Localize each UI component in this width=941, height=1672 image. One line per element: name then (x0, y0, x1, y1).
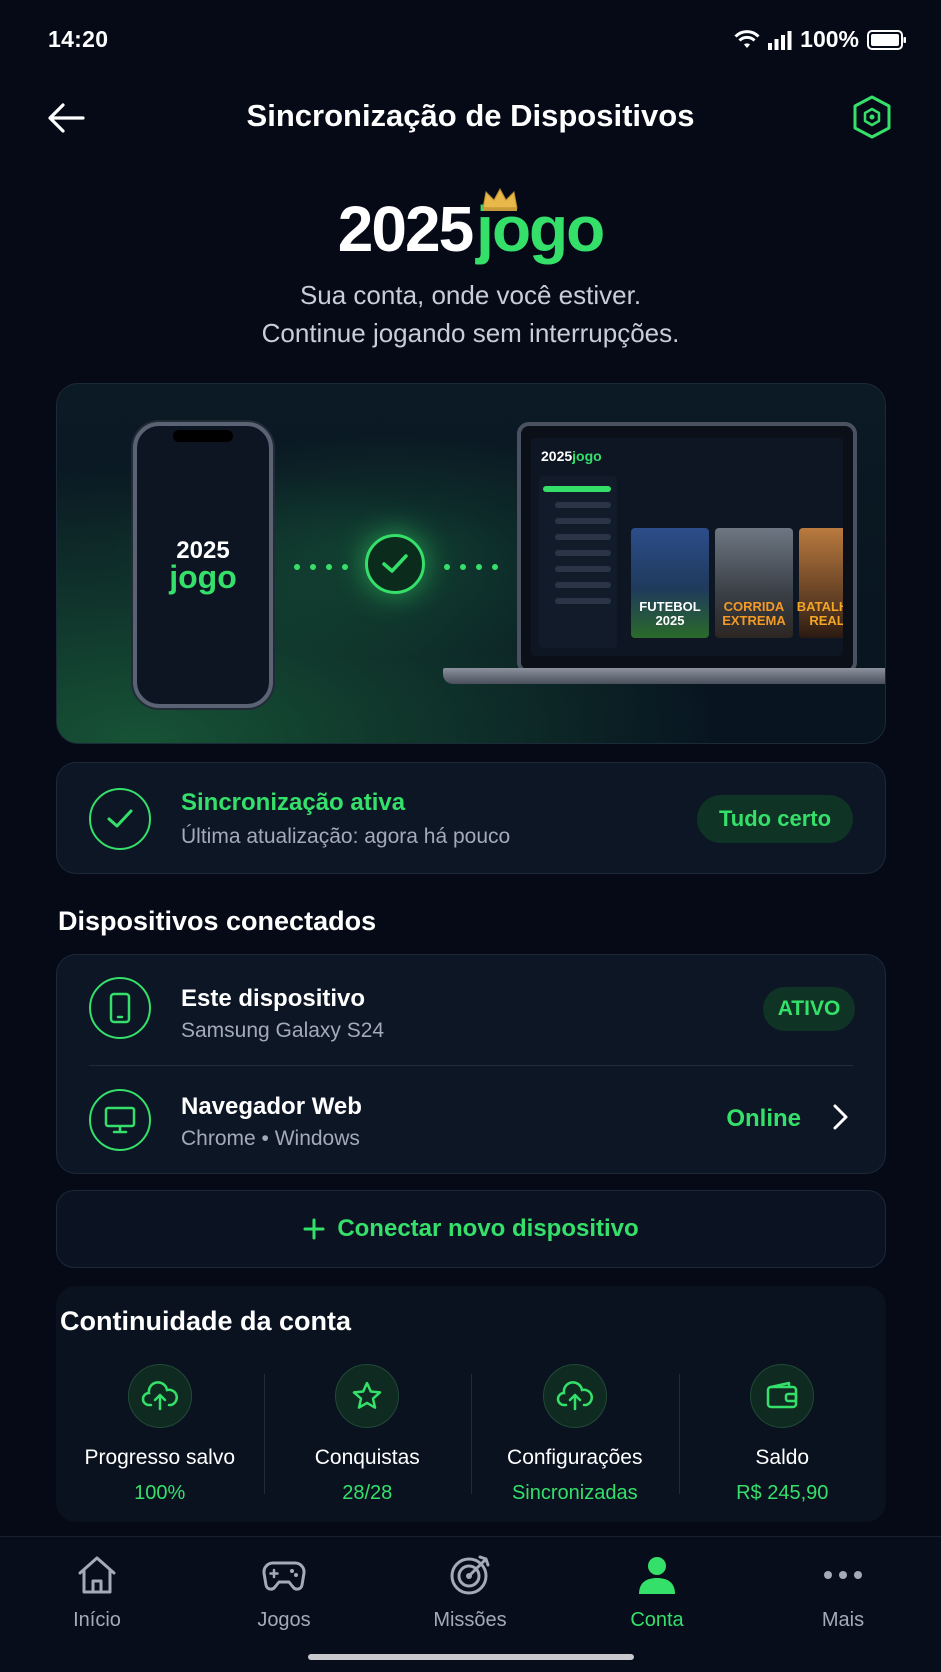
phone-logo: 2025 jogo (137, 538, 269, 595)
connect-device-button[interactable]: Conectar novo dispositivo (56, 1190, 886, 1268)
status-time: 14:20 (48, 26, 109, 52)
game-card: FUTEBOL 2025 (631, 528, 709, 638)
star-icon (335, 1364, 400, 1428)
sync-title: Sincronização ativa (181, 789, 406, 816)
nav-label: Jogos (257, 1609, 311, 1631)
laptop-screen: 2025jogo FUTEBOL 2025 CORRIDA EXTREMA BA… (531, 438, 843, 656)
signal-icon (768, 30, 792, 50)
continuity-label: Saldo (755, 1446, 810, 1469)
continuity-label: Conquistas (314, 1446, 420, 1469)
smartphone-icon (89, 977, 151, 1039)
continuity-item-progress: Progresso salvo 100% (56, 1364, 264, 1504)
brand-logo: 2025 jogo (337, 187, 605, 266)
device-row-this[interactable]: Este dispositivo Samsung Galaxy S24 ATIV… (57, 955, 887, 1063)
shield-icon (853, 95, 891, 139)
crown-icon (482, 187, 518, 211)
connection-dots-right (444, 564, 498, 570)
continuity-label: Progresso salvo (84, 1446, 236, 1469)
sync-hero-illustration: 2025 jogo 2025jogo FUTEBOL 2025 CORRIDA … (56, 383, 886, 744)
nav-label: Mais (821, 1609, 865, 1631)
laptop-sidebar (539, 476, 617, 648)
continuity-item-achievements: Conquistas 28/28 (263, 1364, 472, 1504)
laptop-game-cards: FUTEBOL 2025 CORRIDA EXTREMA BATALHA REA… (631, 528, 843, 638)
device-name: Navegador Web (181, 1093, 362, 1120)
continuity-item-settings: Configurações Sincronizadas (471, 1364, 679, 1504)
device-row-web[interactable]: Navegador Web Chrome • Windows Online (57, 1065, 887, 1173)
device-status: Online (726, 1105, 801, 1132)
continuity-section-title: Continuidade da conta (60, 1306, 352, 1336)
continuity-value: 100% (134, 1482, 186, 1504)
bottom-nav: Início Jogos Missões Conta Mais (0, 1536, 941, 1672)
device-status-badge: ATIVO (763, 987, 855, 1031)
battery-percent: 100% (800, 26, 859, 52)
wifi-icon (734, 29, 760, 48)
game-card: BATALHA REAL (797, 528, 843, 638)
brand-year: 2025 (337, 193, 474, 265)
phone-notch (173, 430, 233, 442)
sync-check-icon (365, 534, 425, 594)
devices-section-title: Dispositivos conectados (58, 906, 377, 936)
app-header: Sincronização de Dispositivos (0, 84, 941, 150)
monitor-icon (89, 1089, 151, 1151)
cloud-upload-icon (542, 1364, 607, 1428)
continuity-card: Continuidade da conta Progresso salvo 10… (56, 1286, 886, 1522)
plus-icon (303, 1218, 325, 1240)
nav-label: Início (73, 1609, 121, 1631)
nav-item-missoes[interactable]: Missões (410, 1551, 530, 1632)
continuity-grid: Progresso salvo 100% Conquistas 28/28 Co… (56, 1364, 886, 1504)
laptop-illustration: 2025jogo FUTEBOL 2025 CORRIDA EXTREMA BA… (517, 422, 857, 674)
laptop-logo: 2025jogo (541, 448, 602, 464)
connection-dots-left (294, 564, 348, 570)
status-indicators: 100% (734, 26, 907, 53)
chevron-right-icon (833, 1104, 848, 1130)
phone-logo-name: jogo (169, 559, 237, 595)
brand-name: jogo (476, 187, 605, 266)
nav-item-inicio[interactable]: Início (37, 1551, 157, 1632)
devices-card: Este dispositivo Samsung Galaxy S24 ATIV… (56, 954, 886, 1174)
status-badge: Tudo certo (697, 795, 853, 843)
laptop-base (443, 668, 885, 684)
continuity-value: R$ 245,90 (736, 1482, 829, 1504)
nav-label: Missões (433, 1609, 507, 1631)
home-indicator (308, 1654, 634, 1660)
check-circle-icon (89, 788, 151, 850)
device-detail: Samsung Galaxy S24 (181, 1019, 385, 1042)
cloud-upload-icon (127, 1364, 192, 1428)
device-name: Este dispositivo (181, 985, 366, 1012)
tagline-line-1: Sua conta, onde você estiver. (299, 280, 642, 310)
home-icon (37, 1551, 157, 1599)
target-icon (410, 1551, 530, 1599)
nav-item-mais[interactable]: Mais (783, 1551, 903, 1632)
continuity-label: Configurações (507, 1446, 643, 1469)
continuity-item-balance: Saldo R$ 245,90 (678, 1364, 887, 1504)
more-icon (783, 1551, 903, 1599)
continuity-value: Sincronizadas (511, 1482, 638, 1504)
status-bar: 14:20 100% (0, 0, 941, 80)
gamepad-icon (224, 1551, 344, 1599)
connect-device-label: Conectar novo dispositivo (337, 1215, 639, 1242)
sync-last-update: Última atualização: agora há pouco (181, 825, 511, 848)
tagline: Sua conta, onde você estiver. Continue j… (0, 276, 941, 352)
nav-item-jogos[interactable]: Jogos (224, 1551, 344, 1632)
battery-icon (867, 29, 906, 50)
nav-label: Conta (630, 1609, 684, 1631)
nav-item-conta[interactable]: Conta (597, 1551, 717, 1632)
sync-status-card: Sincronização ativa Última atualização: … (56, 762, 886, 874)
continuity-value: 28/28 (342, 1482, 393, 1504)
tagline-line-2: Continue jogando sem interrupções. (261, 318, 680, 348)
user-icon (597, 1551, 717, 1599)
security-button[interactable] (847, 92, 897, 142)
brand-logo-block: 2025 jogo (0, 187, 941, 266)
wallet-icon (750, 1364, 815, 1428)
phone-illustration: 2025 jogo (133, 422, 273, 708)
game-card: CORRIDA EXTREMA (715, 528, 793, 638)
page-title: Sincronização de Dispositivos (246, 98, 695, 133)
device-detail: Chrome • Windows (181, 1127, 360, 1150)
